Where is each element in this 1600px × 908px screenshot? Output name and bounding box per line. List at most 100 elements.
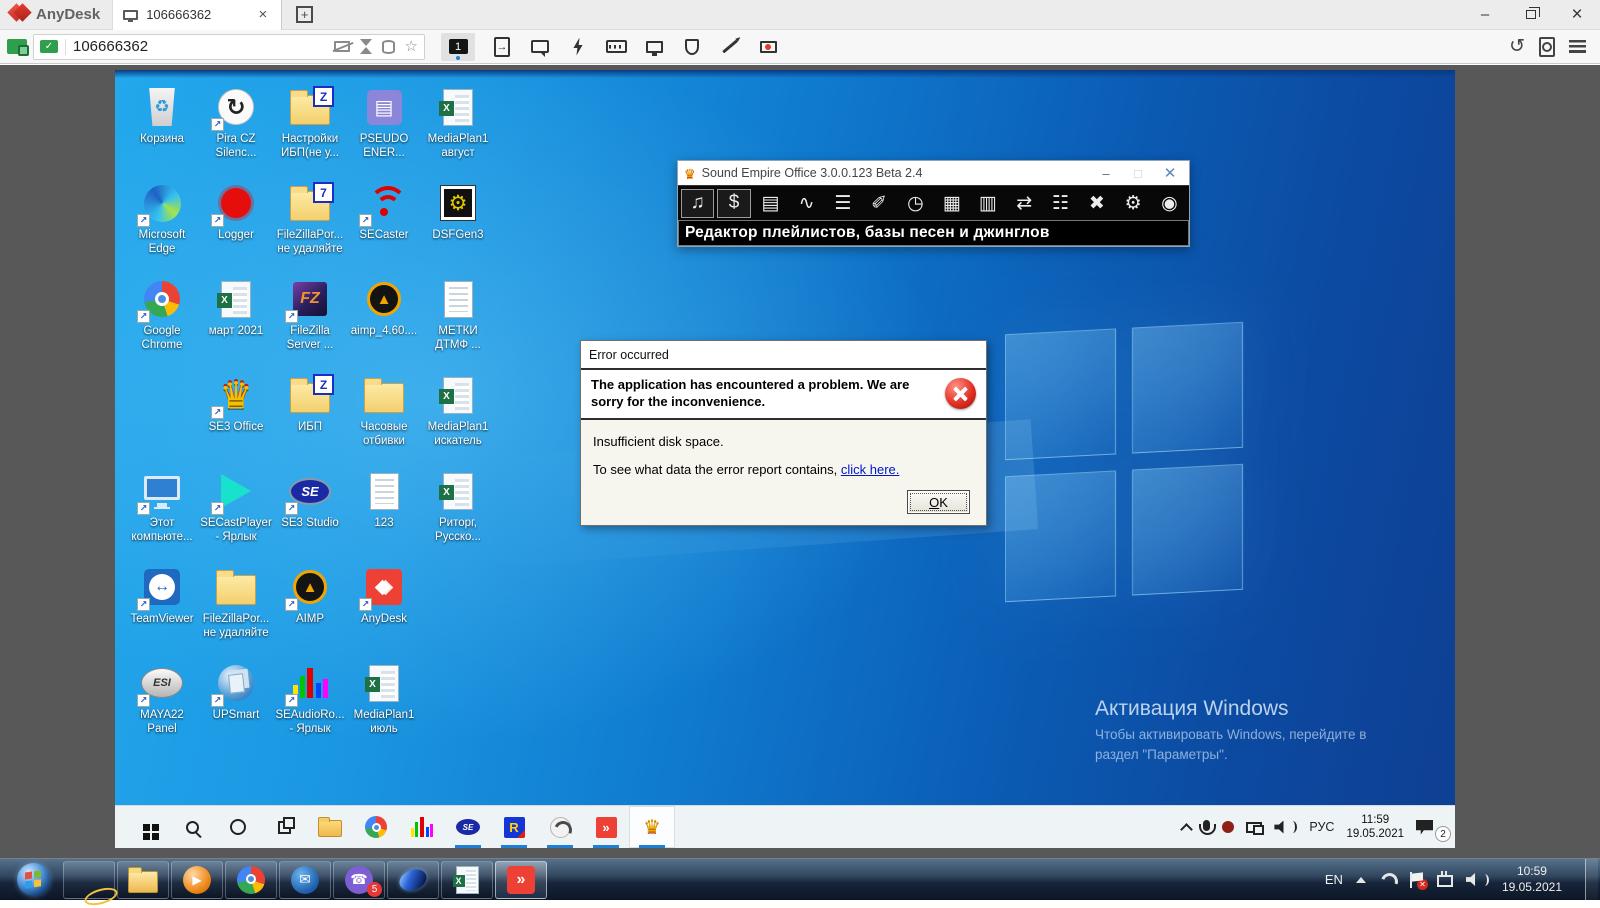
desktop-icon[interactable]: MediaPlan1 искатель (421, 370, 495, 466)
desktop-icon[interactable]: Pira CZ Silenc... (199, 82, 273, 178)
disk-icon[interactable] (382, 40, 395, 54)
monitor-select-button[interactable]: 1 (441, 33, 475, 61)
address-book-icon[interactable] (1539, 37, 1555, 57)
clock[interactable]: 10:59 19.05.2021 (1502, 864, 1562, 895)
se-toolbar-icon[interactable]: ◷ (899, 189, 932, 218)
desktop-icon[interactable]: AIMP (273, 562, 347, 658)
clock[interactable]: 11:59 19.05.2021 (1346, 813, 1404, 842)
hidden-icons-chevron[interactable] (1181, 823, 1194, 836)
se-toolbar-icon[interactable]: ☰ (826, 189, 859, 218)
desktop-icon[interactable]: Google Chrome (125, 274, 199, 370)
display-settings-button[interactable] (635, 32, 673, 62)
desktop-icon[interactable]: FileZilla Server ... (273, 274, 347, 370)
desktop-icon[interactable]: PSEUDO ENER... (347, 82, 421, 178)
hidden-icons-arrow[interactable] (1356, 877, 1366, 883)
se-toolbar-icon[interactable]: ▥ (971, 189, 1004, 218)
desktop-icon[interactable]: MediaPlan1 июль (347, 658, 421, 754)
microphone-icon[interactable] (1203, 820, 1210, 831)
se-close-button[interactable]: ✕ (1157, 164, 1183, 182)
desktop-icon[interactable]: Настройки ИБП(не у... (273, 82, 347, 178)
desktop-icon[interactable]: UPSmart (199, 658, 273, 754)
se-toolbar-icon[interactable]: $ (717, 189, 750, 218)
se-toolbar-icon[interactable]: ⚙ (1116, 189, 1149, 218)
desktop-icon[interactable]: ИБП (273, 370, 347, 466)
desktop-icon[interactable]: SE3 Office (199, 370, 273, 466)
taskbar-button[interactable] (353, 806, 399, 848)
session-tab[interactable]: 106666362 × (112, 0, 282, 30)
record-dot-icon[interactable] (1222, 821, 1234, 833)
taskbar-button[interactable] (215, 806, 261, 848)
taskbar-button[interactable] (537, 806, 583, 848)
desktop-icon[interactable]: 123 (347, 466, 421, 562)
desktop-icon[interactable]: MAYA22 Panel (125, 658, 199, 754)
error-report-link[interactable]: click here. (841, 462, 900, 477)
actions-button[interactable] (559, 32, 597, 62)
address-field[interactable]: 106666362 ☆ (33, 34, 425, 60)
language-indicator[interactable]: РУС (1309, 820, 1334, 834)
se-toolbar-icon[interactable]: ⇄ (1008, 189, 1041, 218)
show-desktop-strip[interactable] (1585, 859, 1598, 901)
desktop-icon[interactable]: AnyDesk (347, 562, 421, 658)
desktop-icon[interactable]: Этот компьюте... (125, 466, 199, 562)
se-maximize-button[interactable]: □ (1125, 166, 1151, 181)
taskbar-button[interactable] (169, 806, 215, 848)
host-taskbar-button[interactable] (279, 861, 331, 899)
privacy-monitor-off-icon[interactable] (334, 41, 350, 52)
keyboard-button[interactable] (597, 32, 635, 62)
host-taskbar-button[interactable] (171, 861, 223, 899)
host-taskbar-button[interactable] (117, 861, 169, 899)
desktop-icon[interactable]: Часовые отбивки (347, 370, 421, 466)
host-taskbar-button[interactable]: 5 (333, 861, 385, 899)
se-toolbar-icon[interactable]: ∿ (790, 189, 823, 218)
favorites-star-icon[interactable]: ☆ (405, 39, 418, 54)
se-toolbar-icon[interactable]: ☷ (1044, 189, 1077, 218)
network-icon[interactable] (1437, 875, 1453, 887)
notification-center-icon[interactable] (1416, 820, 1433, 835)
desktop-icon[interactable]: Риторг, Русско... (421, 466, 495, 562)
desktop-icon[interactable]: FileZillaPor... не удаляйте (199, 562, 273, 658)
ok-button[interactable]: OK (907, 490, 970, 514)
desktop-icon[interactable]: SEAudioRo... - Ярлык (273, 658, 347, 754)
desktop-icon[interactable]: SE3 Studio (273, 466, 347, 562)
desktop-icon[interactable]: TeamViewer (125, 562, 199, 658)
desktop-icon[interactable]: SECaster (347, 178, 421, 274)
taskbar-button[interactable] (491, 806, 537, 848)
chat-button[interactable] (521, 32, 559, 62)
volume-icon[interactable] (1274, 821, 1297, 834)
host-taskbar-button[interactable] (5, 861, 61, 899)
close-button[interactable]: × (1554, 0, 1600, 30)
menu-icon[interactable] (1569, 40, 1586, 53)
network-icon[interactable] (1246, 822, 1262, 833)
history-icon[interactable]: ↺ (1509, 37, 1525, 56)
language-indicator[interactable]: EN (1325, 872, 1343, 887)
desktop-icon[interactable]: MediaPlan1 август (421, 82, 495, 178)
desktop-icon[interactable]: DSFGen3 (421, 178, 495, 274)
desktop-icon[interactable]: Logger (199, 178, 273, 274)
taskbar-button[interactable] (261, 806, 307, 848)
taskbar-button[interactable] (445, 806, 491, 848)
volume-icon[interactable] (1466, 873, 1489, 886)
se-titlebar[interactable]: ♛ Sound Empire Office 3.0.0.123 Beta 2.4… (678, 161, 1189, 185)
taskbar-button[interactable] (629, 806, 675, 848)
desktop-icon[interactable]: SECastPlayer - Ярлык (199, 466, 273, 562)
se-toolbar-icon[interactable]: ◉ (1153, 189, 1186, 218)
restore-button[interactable] (1508, 0, 1554, 30)
host-taskbar-button[interactable] (495, 861, 547, 899)
desktop-icon[interactable]: Microsoft Edge (125, 178, 199, 274)
desktop-icon[interactable]: МЕТКИ ДТМФ ... (421, 274, 495, 370)
hourglass-icon[interactable] (360, 39, 372, 54)
taskbar-button[interactable] (307, 806, 353, 848)
session-record-button[interactable] (749, 32, 787, 62)
se-toolbar-icon[interactable]: ✐ (863, 189, 896, 218)
taskbar-button[interactable] (399, 806, 445, 848)
action-center-flag-icon[interactable]: ✕ (1410, 872, 1424, 888)
whiteboard-button[interactable] (711, 32, 749, 62)
minimize-button[interactable]: – (1462, 0, 1508, 30)
taskbar-button[interactable] (123, 806, 169, 848)
se-toolbar-icon[interactable]: ✖ (1080, 189, 1113, 218)
file-transfer-button[interactable] (483, 32, 521, 62)
tab-close-icon[interactable]: × (254, 6, 271, 23)
permissions-button[interactable] (673, 32, 711, 62)
se-toolbar-icon[interactable]: ▦ (935, 189, 968, 218)
taskbar-button[interactable] (583, 806, 629, 848)
